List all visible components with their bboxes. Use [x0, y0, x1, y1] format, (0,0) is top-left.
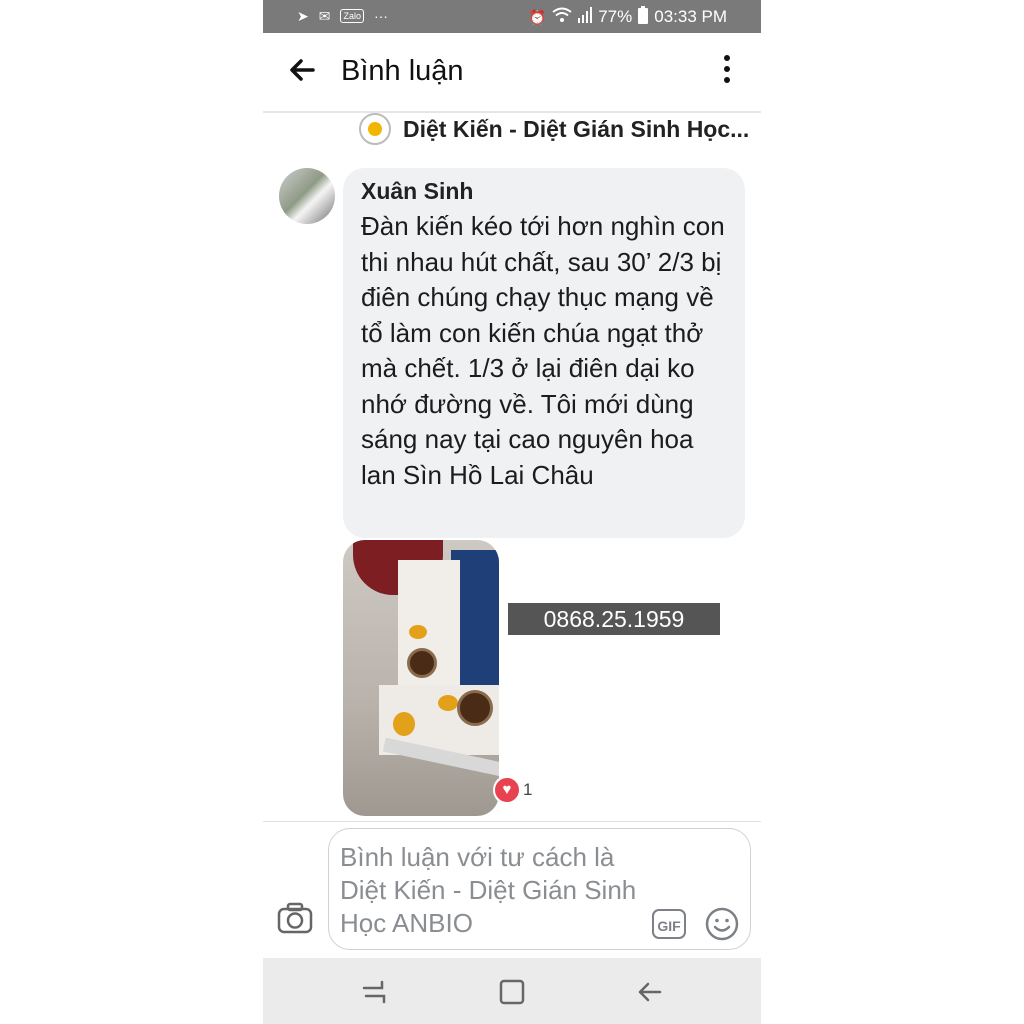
comment-author[interactable]: Xuân Sinh	[361, 178, 727, 205]
phone-number-overlay: 0868.25.1959	[508, 603, 720, 635]
comment-bubble: Xuân Sinh Đàn kiến kéo tới hơn nghìn con…	[343, 168, 745, 538]
signal-icon	[578, 7, 593, 27]
back-icon[interactable]	[636, 978, 664, 1006]
gmail-icon: ✉	[318, 8, 331, 24]
clock: 03:33 PM	[654, 7, 727, 26]
recent-apps-icon[interactable]	[360, 978, 388, 1006]
home-icon[interactable]	[498, 978, 526, 1006]
system-nav-bar	[263, 958, 761, 1024]
comment-photo[interactable]	[343, 540, 499, 816]
back-arrow-icon[interactable]	[285, 53, 319, 87]
gif-button[interactable]: GIF	[652, 909, 686, 939]
battery-percent: 77%	[598, 7, 633, 26]
heart-icon: ♥	[495, 778, 519, 802]
emoji-icon[interactable]	[705, 907, 739, 941]
battery-icon	[638, 6, 649, 28]
comment-input-placeholder: Bình luận với tư cách là Diệt Kiến - Diệ…	[340, 842, 637, 938]
reaction-badge[interactable]: ♥ 1	[493, 775, 539, 805]
app-bar: Bình luận	[263, 33, 761, 113]
more-notifications-icon: ···	[373, 8, 388, 24]
camera-icon[interactable]	[277, 902, 313, 934]
send-icon: ➤	[297, 8, 309, 24]
page-logo	[359, 113, 391, 145]
status-bar: ➤ ✉ Zalo ··· ⏰ 77% 03:33 PM	[263, 0, 761, 33]
phone-screen: ➤ ✉ Zalo ··· ⏰ 77% 03:33 PM Bình luận Di…	[263, 0, 761, 1024]
page-name[interactable]: Diệt Kiến - Diệt Gián Sinh Học...	[403, 116, 749, 143]
comment-input[interactable]: Bình luận với tư cách là Diệt Kiến - Diệ…	[328, 828, 751, 950]
reaction-count: 1	[523, 780, 533, 799]
alarm-icon: ⏰	[528, 9, 547, 25]
avatar[interactable]	[279, 168, 335, 224]
comment-text: Đàn kiến kéo tới hơn nghìn con thi nhau …	[361, 211, 725, 490]
more-options-icon[interactable]	[721, 55, 733, 89]
wifi-icon	[552, 7, 572, 27]
zalo-icon: Zalo	[340, 9, 364, 23]
post-page-header[interactable]: Diệt Kiến - Diệt Gián Sinh Học...	[359, 112, 759, 146]
page-title: Bình luận	[341, 55, 464, 87]
divider	[263, 821, 761, 822]
